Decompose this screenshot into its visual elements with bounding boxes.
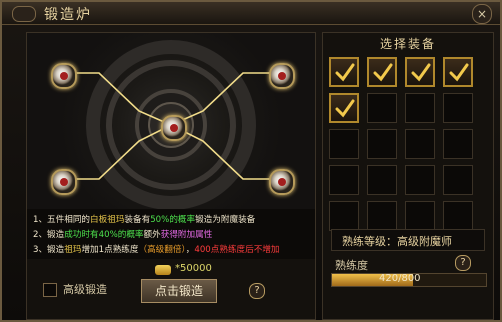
- skill-level-bar: 熟练等级：高级附魔师: [331, 229, 485, 251]
- equipment-slot[interactable]: [367, 129, 397, 159]
- equipment-slot[interactable]: [405, 57, 435, 87]
- close-button[interactable]: ×: [472, 4, 492, 24]
- info-line: 3、锻造祖玛增加1点熟练度（高级翻倍），400点熟练度后不增加: [33, 243, 280, 255]
- equipment-slot[interactable]: [367, 165, 397, 195]
- forge-slot-bottom-right[interactable]: [269, 169, 295, 195]
- equipment-slot[interactable]: [367, 93, 397, 123]
- checkmark-icon: [411, 63, 431, 82]
- equipment-slot[interactable]: [405, 165, 435, 195]
- info-text: 3、锻造: [33, 245, 65, 255]
- gem-icon: [278, 72, 286, 80]
- proficiency-help-icon[interactable]: ?: [455, 255, 471, 271]
- info-line: 2、锻造成功时有40%的概率额外获得附加属性: [33, 228, 212, 240]
- forge-slot-center[interactable]: [161, 115, 187, 141]
- checkmark-icon: [373, 63, 393, 82]
- equipment-slot[interactable]: [443, 165, 473, 195]
- forge-panel: 1、五件相同的白板祖玛装备有50%的概率锻造为附魔装备 2、锻造成功时有40%的…: [26, 32, 316, 320]
- equipment-slot[interactable]: [443, 201, 473, 231]
- info-text: 祖玛: [64, 245, 82, 255]
- equipment-slot[interactable]: [329, 201, 359, 231]
- equipment-slot[interactable]: [443, 57, 473, 87]
- proficiency-value: 420/800: [379, 273, 421, 284]
- select-equipment-title: 选择装备: [379, 37, 436, 51]
- info-text: （高级翻倍）: [138, 245, 186, 255]
- forge-slot-top-left[interactable]: [51, 63, 77, 89]
- equipment-slot[interactable]: [329, 165, 359, 195]
- info-text: 成功时有: [64, 230, 99, 240]
- forge-button[interactable]: 点击锻造: [141, 279, 217, 303]
- equipment-slot[interactable]: [405, 129, 435, 159]
- equipment-slot[interactable]: [329, 93, 359, 123]
- info-text: 1、五件相同的: [33, 215, 91, 225]
- info-text: 锻造为附魔装备: [195, 215, 256, 225]
- info-text: 50%的概率: [150, 215, 196, 225]
- gem-icon: [278, 178, 286, 186]
- forge-info: 1、五件相同的白板祖玛装备有50%的概率锻造为附魔装备 2、锻造成功时有40%的…: [27, 209, 315, 259]
- title-bar: 锻造炉 ×: [2, 2, 500, 25]
- equipment-slot[interactable]: [367, 57, 397, 87]
- equipment-slot[interactable]: [443, 93, 473, 123]
- equipment-slot[interactable]: [405, 201, 435, 231]
- proficiency-label: 熟练度: [335, 259, 368, 272]
- forge-window: 锻造炉 × 1、五件相同的白板祖玛装备有50%的概率锻造为附魔装备 2、锻造成功: [0, 0, 502, 322]
- equipment-grid: [329, 57, 485, 233]
- info-text: 40%的概率: [98, 230, 144, 240]
- window-title: 锻造炉: [44, 7, 92, 23]
- forge-slot-bottom-left[interactable]: [51, 169, 77, 195]
- info-text: 装备有: [124, 215, 151, 225]
- advanced-forge-checkbox[interactable]: [43, 283, 57, 297]
- equipment-slot[interactable]: [405, 93, 435, 123]
- title-ornament-icon: [12, 6, 36, 22]
- checkmark-icon: [335, 63, 355, 82]
- gold-cost: *50000: [175, 263, 212, 274]
- checkmark-icon: [335, 99, 355, 118]
- equipment-slot[interactable]: [443, 129, 473, 159]
- info-text: 增加1点熟练度: [81, 245, 139, 255]
- equipment-panel: 选择装备 熟练等级：高级附魔师 熟练度 ? 420/800: [322, 32, 494, 320]
- info-text: 2、锻造: [33, 230, 65, 240]
- gold-icon: [155, 265, 171, 275]
- info-line: 1、五件相同的白板祖玛装备有50%的概率锻造为附魔装备: [33, 213, 255, 225]
- info-text: 获得附加属性: [160, 230, 213, 240]
- equipment-slot[interactable]: [329, 129, 359, 159]
- gem-icon: [60, 178, 68, 186]
- forge-help-icon[interactable]: ?: [249, 283, 265, 299]
- checkmark-icon: [449, 63, 469, 82]
- advanced-forge-label: 高级锻造: [63, 283, 107, 296]
- forge-controls: *50000 高级锻造 点击锻造 ?: [27, 259, 315, 319]
- forge-area: [27, 33, 315, 209]
- info-text: 额外: [143, 230, 161, 240]
- equipment-slot[interactable]: [367, 201, 397, 231]
- info-text: 白板祖玛: [90, 215, 125, 225]
- skill-level-text: 熟练等级：高级附魔师: [342, 235, 452, 248]
- equipment-slot[interactable]: [329, 57, 359, 87]
- gem-icon: [60, 72, 68, 80]
- gem-icon: [170, 124, 178, 132]
- info-text: 400点熟练度后不增加: [194, 245, 280, 255]
- forge-slot-top-right[interactable]: [269, 63, 295, 89]
